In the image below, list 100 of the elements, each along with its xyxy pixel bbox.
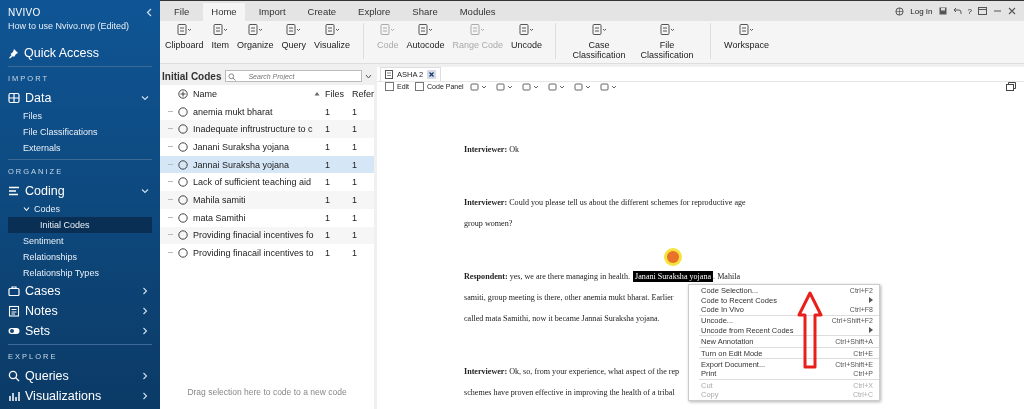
references-count: 1 <box>352 212 358 223</box>
code-row[interactable]: Providing finacail incentives to 1 1 <box>160 244 374 262</box>
add-icon[interactable] <box>178 88 188 99</box>
close-icon[interactable] <box>1008 7 1016 15</box>
circle-icon <box>178 230 188 241</box>
transcript-text: schemes have proven effective in improving the health of a tribal <box>464 388 675 397</box>
transcript-text: Interviewer: Ok <box>464 145 520 154</box>
panel-title: Initial Codes <box>162 70 222 82</box>
menu-tab[interactable]: Import <box>250 3 294 21</box>
pin-icon <box>8 47 19 59</box>
transcript-text: . Mahila <box>713 272 741 281</box>
nav-group[interactable]: Queries <box>8 366 152 386</box>
nav-group[interactable]: Notes <box>8 301 152 321</box>
transcript-text: Interviewer: Could you please tell us about the different schemes for reproductive age <box>464 198 746 207</box>
save-icon[interactable] <box>938 7 947 15</box>
menu-tab[interactable]: Home <box>203 3 245 21</box>
menu-tab[interactable]: Create <box>299 3 345 21</box>
nav-item[interactable]: Externals <box>8 140 152 156</box>
nav-folder[interactable]: Codes <box>8 201 152 217</box>
close-icon[interactable] <box>427 70 437 79</box>
document-icon <box>659 23 675 36</box>
nav-icon <box>8 185 20 197</box>
document-icon <box>385 70 393 79</box>
help-button[interactable]: ? <box>967 6 972 16</box>
transcript-text: group women? <box>464 219 513 228</box>
circle-icon <box>178 194 188 205</box>
menu-tab[interactable]: Share <box>404 3 446 21</box>
document-icon <box>739 23 754 36</box>
references-count: 1 <box>352 230 358 241</box>
references-count: 1 <box>352 248 358 259</box>
cursor-highlight-icon <box>667 251 679 263</box>
nav-group[interactable]: Visualizations <box>8 386 152 406</box>
up-arrow-icon <box>797 291 823 369</box>
column-header[interactable]: Name <box>193 88 309 99</box>
submenu-arrow-icon <box>869 327 873 334</box>
code-row[interactable]: Inadequate inftrustructure to c 1 1 <box>160 120 374 139</box>
nav-item[interactable]: Relationships <box>8 249 152 265</box>
ribbon-button[interactable]: Item <box>208 23 233 50</box>
nav-item[interactable]: Relationship Types <box>8 265 152 281</box>
nav-item[interactable]: Initial Codes <box>8 217 152 233</box>
code-row[interactable]: Jannai Suraksha yojana 1 1 <box>160 155 374 174</box>
files-count: 1 <box>325 194 331 205</box>
files-count: 1 <box>325 230 331 241</box>
nav-item[interactable]: File Classifications <box>8 124 152 140</box>
menu-tab[interactable]: Modules <box>451 3 504 21</box>
quick-access-link[interactable]: Quick Access <box>8 43 152 63</box>
ribbon-button[interactable]: Visualize <box>311 23 353 50</box>
files-count: 1 <box>325 124 331 135</box>
code-name: Janani Suraksha yojana <box>193 141 291 152</box>
drop-hint: Drag selection here to code to a new code <box>186 387 348 399</box>
document-icon <box>470 23 486 36</box>
nav-icon <box>8 370 20 382</box>
code-row[interactable]: Mahila samiti 1 1 <box>160 191 374 209</box>
nav-group[interactable]: Data <box>8 88 152 108</box>
nav-item[interactable]: Files <box>8 108 152 124</box>
ribbon-button[interactable]: Autocode <box>403 23 448 50</box>
nav-icon <box>8 92 20 104</box>
code-row[interactable]: Providing finacial incentives fo 1 1 <box>160 226 374 245</box>
circle-icon <box>178 124 188 135</box>
transcript-text: called mata Samithi, now it became Jannai Suraksha yojana. <box>464 314 660 323</box>
document-icon <box>324 23 340 36</box>
chevron-left-icon[interactable] <box>146 8 152 17</box>
ribbon-button[interactable]: Uncode <box>508 23 546 50</box>
column-header[interactable]: Refer <box>352 88 374 99</box>
files-count: 1 <box>325 141 331 152</box>
nav-item[interactable]: Sentiment <box>8 233 152 249</box>
ribbon-button[interactable]: Clipboard <box>162 23 207 50</box>
code-row[interactable]: anemia mukt bharat 1 1 <box>160 102 374 121</box>
app-logo: NVIVO <box>8 7 41 18</box>
nav-group[interactable]: Sets <box>8 321 152 341</box>
files-count: 1 <box>325 177 331 188</box>
references-count: 1 <box>352 177 358 188</box>
nav-group[interactable]: Coding <box>8 181 152 201</box>
restore-window-icon[interactable] <box>1006 82 1016 91</box>
references-count: 1 <box>352 194 358 205</box>
ribbon-button[interactable]: Query <box>278 23 310 50</box>
ribbon-button[interactable]: Case Classification <box>566 23 633 60</box>
circle-icon <box>178 248 188 259</box>
code-row[interactable]: Janani Suraksha yojana 1 1 <box>160 138 374 156</box>
code-row[interactable]: Lack of sufficient teaching aid 1 1 <box>160 173 374 192</box>
ribbon-button[interactable]: Workspace <box>721 23 772 50</box>
code-name: Providing finacail incentives to <box>193 248 315 259</box>
undo-icon[interactable] <box>952 7 962 15</box>
circle-icon <box>178 159 188 170</box>
code-row[interactable]: mata Samithi 1 1 <box>160 208 374 227</box>
circle-icon <box>178 177 188 188</box>
submenu-arrow-icon <box>869 297 873 304</box>
document-icon <box>176 23 192 36</box>
login-link[interactable]: Log In <box>910 6 933 16</box>
window-icon[interactable] <box>978 7 987 15</box>
nav-group[interactable]: Cases <box>8 281 152 301</box>
sort-arrow-icon <box>314 91 320 97</box>
menu-tab[interactable]: Explore <box>350 3 399 21</box>
menu-tab[interactable]: File <box>166 3 198 21</box>
nav-icon <box>8 285 20 297</box>
globe-icon[interactable] <box>895 6 905 16</box>
column-header[interactable]: Files <box>325 88 347 99</box>
dropdown-caret-icon <box>365 73 372 79</box>
ribbon-button[interactable]: File Classification <box>634 23 701 60</box>
ribbon-button[interactable]: Organize <box>234 23 277 50</box>
